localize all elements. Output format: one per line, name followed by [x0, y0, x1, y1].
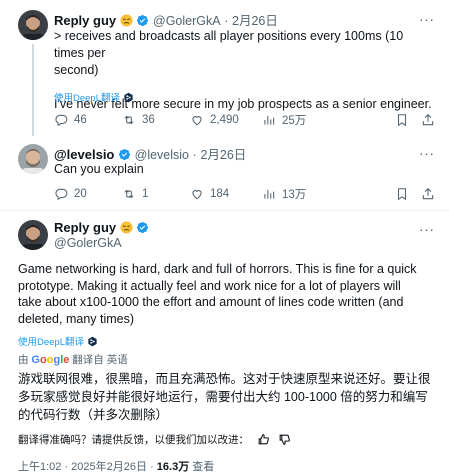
- share-icon[interactable]: [421, 113, 435, 127]
- annoyed-emoji-icon: [120, 14, 133, 27]
- avatar-image: [18, 10, 48, 40]
- thread-line: [32, 44, 34, 136]
- like-icon: [192, 190, 202, 200]
- author-name[interactable]: @levelsio: [54, 147, 114, 162]
- tweet-text: Can you explain: [54, 162, 144, 176]
- translation-feedback: 翻译得准确吗？请提供反馈，以便我们加以改进：: [18, 432, 291, 447]
- reply-icon: [55, 114, 68, 127]
- retweet-count: 36: [142, 114, 155, 126]
- more-icon[interactable]: ···: [419, 146, 435, 162]
- translate-deepl[interactable]: 使用DeepL翻译: [18, 334, 98, 348]
- translate-deepl[interactable]: 使用DeepL翻译: [54, 90, 134, 104]
- tweet-actions: 20 1 184 13万: [54, 186, 435, 202]
- divider: [0, 210, 449, 211]
- translation-text: 游戏联网很难，很黑暗，而且充满恐怖。这对于快速原型来说还好。要让很 多玩家感觉良…: [18, 370, 438, 424]
- views-button[interactable]: 13万: [262, 186, 334, 202]
- avatar-image: [18, 220, 48, 250]
- thumbs-down-icon[interactable]: [278, 433, 291, 446]
- bookmark-icon[interactable]: [395, 113, 409, 127]
- verified-icon: [118, 148, 131, 161]
- feedback-question: 翻译得准确吗？请提供反馈，以便我们加以改进：: [18, 434, 249, 446]
- tweet-meta: 上午1:02 · 2025年2月26日 · 16.3万 查看: [18, 458, 214, 474]
- views-button[interactable]: 25万: [262, 112, 334, 128]
- tweet-body-line: take about x100-1000 the effort and amou…: [18, 295, 404, 309]
- tweet-text-line: second): [54, 63, 99, 77]
- deepl-icon: [88, 336, 97, 346]
- reply-button[interactable]: 46: [54, 113, 122, 127]
- translated-by: 由 Google 翻译自 英语: [18, 352, 128, 367]
- tweet-body-line: prototype. Making it actually feel and w…: [18, 278, 401, 293]
- bookmark-icon[interactable]: [395, 187, 409, 201]
- dot-separator: ·: [224, 14, 229, 28]
- views-icon: [264, 189, 275, 199]
- verified-icon: [137, 14, 149, 27]
- like-count: 2,490: [210, 114, 239, 126]
- annoyed-emoji-icon: [120, 221, 133, 234]
- tweet-date[interactable]: 2月26日: [200, 148, 246, 162]
- translate-link[interactable]: 使用DeepL翻译: [18, 334, 84, 348]
- retweet-count: 1: [142, 188, 149, 200]
- translated-from: 翻译自 英语: [72, 354, 128, 366]
- avatar[interactable]: [18, 10, 48, 40]
- like-icon: [192, 116, 202, 126]
- tweet-body: Game networking is hard, dark and full o…: [18, 261, 438, 327]
- author-handle[interactable]: @GolerGkA: [54, 236, 122, 250]
- translation-line: 的代码行数（并多次删除）: [18, 408, 169, 422]
- more-icon[interactable]: ···: [419, 12, 435, 28]
- translated-by-prefix: 由: [18, 354, 29, 366]
- reply-count: 46: [74, 114, 87, 126]
- thumbs-up-icon[interactable]: [257, 433, 270, 446]
- retweet-button[interactable]: 36: [122, 113, 190, 127]
- tweet-actions: 46 36 2,490 25万: [54, 112, 435, 128]
- more-icon[interactable]: ···: [419, 222, 435, 238]
- like-button[interactable]: 184: [190, 187, 262, 201]
- tweet-header: Reply guy: [54, 220, 149, 235]
- views-total: 16.3万: [156, 461, 190, 473]
- author-handle[interactable]: @levelsio: [135, 148, 189, 162]
- dot-separator: ·: [192, 148, 197, 162]
- google-logo: Google: [31, 354, 70, 366]
- verified-icon: [137, 221, 149, 234]
- author-handle[interactable]: @GolerGkA: [153, 14, 221, 28]
- avatar[interactable]: [18, 144, 48, 174]
- avatar-image: [18, 144, 48, 174]
- deepl-icon: [124, 92, 133, 102]
- views-count: 13万: [282, 189, 307, 201]
- reply-icon: [55, 188, 68, 201]
- reply-button[interactable]: 20: [54, 187, 122, 201]
- like-count: 184: [210, 188, 230, 200]
- translation-line: 多玩家感觉良好并能很好地运行，需要付出大约 100-1000 倍的努力和编写: [18, 390, 428, 404]
- share-icon[interactable]: [421, 187, 435, 201]
- views-label: 查看: [189, 461, 215, 473]
- retweet-button[interactable]: 1: [122, 187, 190, 201]
- author-name[interactable]: Reply guy: [54, 13, 116, 28]
- reply-count: 20: [74, 188, 87, 200]
- tweet-text-line: > receives and broadcasts all player pos…: [54, 29, 404, 60]
- retweet-icon: [124, 189, 134, 199]
- avatar[interactable]: [18, 220, 48, 250]
- translation-line: 游戏联网很难，很黑暗，而且充满恐怖。这对于快速原型来说还好。要让很: [18, 372, 431, 386]
- retweet-icon: [124, 115, 134, 125]
- views-count: 25万: [282, 115, 307, 127]
- tweet-timestamp[interactable]: 上午1:02 · 2025年2月26日 ·: [18, 461, 157, 473]
- tweet-date[interactable]: 2月26日: [232, 14, 278, 28]
- views-icon: [264, 115, 275, 125]
- tweet-header: Reply guy @GolerGkA · 2月26日: [54, 10, 278, 29]
- translate-link[interactable]: 使用DeepL翻译: [54, 90, 120, 104]
- author-name[interactable]: Reply guy: [54, 220, 116, 235]
- tweet-body-line: deleted, many times): [18, 311, 135, 326]
- like-button[interactable]: 2,490: [190, 113, 262, 127]
- tweet-body-line: Game networking is hard, dark and full o…: [18, 262, 417, 276]
